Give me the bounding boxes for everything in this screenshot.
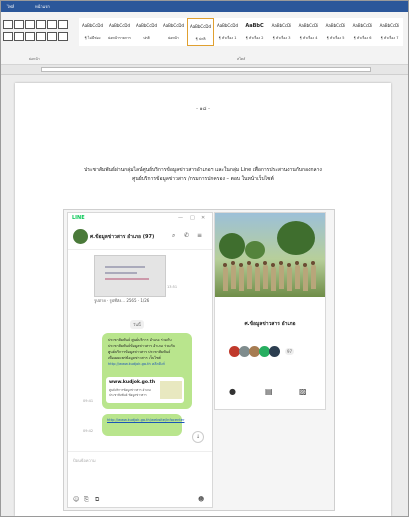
paragraph-group-label: ย่อหน้า <box>29 57 40 61</box>
style-item-selected[interactable]: AaBbCcDd ¶ ปกติ <box>187 18 214 46</box>
style-item[interactable]: AaBbCcDi ¶ หัวเรื่อง 4 <box>295 18 322 46</box>
group-avatar[interactable] <box>73 229 88 244</box>
pilcrow-icon[interactable] <box>58 20 68 29</box>
numbering-icon[interactable] <box>14 20 24 29</box>
tab-file[interactable]: ไฟล์ <box>7 3 14 10</box>
style-item[interactable]: AaBbCcDd ย่อหน้ารายการ <box>106 18 133 46</box>
style-item[interactable]: AaBbCcDd ย่อหน้า <box>160 18 187 46</box>
tab-home[interactable]: หน้าแรก <box>35 3 50 10</box>
embedded-screenshot: LINE — □ ✕ ศ.ข้อมูลข่าวสาร อำเภอ (97) ⌕ … <box>63 209 335 511</box>
style-item[interactable]: AaBbCcDi ¶ หัวเรื่อง 7 <box>376 18 403 46</box>
link-thumbnail <box>160 381 182 399</box>
shading-icon[interactable] <box>58 32 68 41</box>
increase-indent-icon[interactable] <box>36 20 46 29</box>
bullets-icon[interactable] <box>3 20 13 29</box>
sort-icon[interactable] <box>47 20 57 29</box>
group-profile-card: ศ.ข้อมูลข่าวสาร อำเภอ 97 ● ▤ ▨ <box>214 212 326 410</box>
profile-actions: ● ▤ ▨ <box>215 385 325 401</box>
member-count: 97 <box>285 348 295 355</box>
message-time: 09:41 <box>83 399 94 403</box>
emoji-icon[interactable]: ☺ <box>73 496 79 503</box>
smile-icon[interactable]: ☻ <box>198 496 204 503</box>
styles-group-label: สไตล์ <box>237 57 246 61</box>
scroll-down-icon[interactable]: ↓ <box>192 431 204 443</box>
style-item[interactable]: AaBbCcDd ปกติ <box>133 18 160 46</box>
line-logo: LINE <box>72 215 85 221</box>
decrease-indent-icon[interactable] <box>25 20 35 29</box>
attach-icon[interactable]: ⎘ <box>84 496 89 504</box>
line-spacing-icon[interactable] <box>47 32 57 41</box>
search-icon[interactable]: ⌕ <box>172 232 175 240</box>
word-window: ไฟล์ หน้าแรก AaBbCcDd ¶ ไม่มีช่อง AaBbCcD… <box>0 0 409 517</box>
line-chat-window: LINE — □ ✕ ศ.ข้อมูลข่าวสาร อำเภอ (97) ⌕ … <box>67 212 213 508</box>
page-number: - ๑๘ - <box>196 106 210 112</box>
message-input[interactable]: ป้อนข้อความ ☺ ⎘ ⧉ ☻ <box>68 451 212 508</box>
group-cover-photo <box>215 213 325 297</box>
style-item[interactable]: AaBbCcDi ¶ หัวเรื่อง 5 <box>322 18 349 46</box>
style-item[interactable]: AaBbCcDd ¶ ไม่มีช่อง <box>79 18 106 46</box>
maximize-icon[interactable]: □ <box>190 215 195 221</box>
message-bubble[interactable]: ประชาสัมพันธ์ ศูนย์บริการ อำเภอ ร่วมกับ … <box>102 333 192 409</box>
style-item[interactable]: AaBbCcDd ¶ หัวเรื่อง 1 <box>214 18 241 46</box>
ribbon-tab-bar: ไฟล์ หน้าแรก <box>1 1 408 12</box>
chat-icon[interactable]: ● <box>229 387 236 396</box>
align-center-icon[interactable] <box>14 32 24 41</box>
ribbon: AaBbCcDd ¶ ไม่มีช่อง AaBbCcDd ย่อหน้ารายกา… <box>1 12 408 65</box>
chat-header: ศ.ข้อมูลข่าวสาร อำเภอ (97) ⌕ ✆ ≡ <box>68 225 212 250</box>
close-icon[interactable]: ✕ <box>201 215 205 221</box>
avatar <box>269 346 280 357</box>
document-workspace: - ๑๘ - ประชาสัมพันธ์ผ่านกลุ่มไลน์ศูนย์บร… <box>1 75 408 516</box>
document-page[interactable]: - ๑๘ - ประชาสัมพันธ์ผ่านกลุ่มไลน์ศูนย์บร… <box>15 83 391 516</box>
photo-caption: รูปถ่าย · รูปที่ส่ง... 2565 · 1/26 <box>94 298 150 303</box>
caption: ประชาสัมพันธ์ผ่านกลุ่มไลน์ศูนย์บริการข้อ… <box>45 166 361 184</box>
paragraph-tools <box>3 20 77 54</box>
caption-line: ประชาสัมพันธ์ผ่านกลุ่มไลน์ศูนย์บริการข้อ… <box>84 167 322 173</box>
phone-icon[interactable]: ✆ <box>184 232 189 239</box>
input-placeholder: ป้อนข้อความ <box>73 458 96 463</box>
style-item[interactable]: AaBbC ¶ หัวเรื่อง 2 <box>241 18 268 46</box>
align-right-icon[interactable] <box>25 32 35 41</box>
ruler[interactable] <box>1 65 408 75</box>
message-time: 13:51 <box>167 285 178 289</box>
menu-icon[interactable]: ≡ <box>197 232 202 239</box>
profile-name[interactable]: ศ.ข้อมูลข่าวสาร อำเภอ <box>215 320 325 328</box>
style-item[interactable]: AaBbCcDi ¶ หัวเรื่อง 6 <box>349 18 376 46</box>
caption-line: ศูนย์บริการข้อมูลข่าวสาร /กรมการปกครอง –… <box>132 176 274 182</box>
styles-gallery: AaBbCcDd ¶ ไม่มีช่อง AaBbCcDd ย่อหน้ารายกา… <box>79 14 408 56</box>
style-item[interactable]: AaBbCcDi ¶ หัวเรื่อง 3 <box>268 18 295 46</box>
chat-titlebar: LINE — □ ✕ <box>68 213 212 223</box>
align-left-icon[interactable] <box>3 32 13 41</box>
message-time: 09:42 <box>83 429 94 433</box>
screenshot-icon[interactable]: ⧉ <box>95 496 99 504</box>
date-separator: วันนี้ <box>130 320 144 329</box>
notes-icon[interactable]: ▤ <box>265 387 273 396</box>
photo-message[interactable] <box>94 255 166 297</box>
link-preview[interactable]: www.kudjok.go.th ศูนย์บริการข้อมูลข่าวสา… <box>106 377 184 403</box>
group-name[interactable]: ศ.ข้อมูลข่าวสาร อำเภอ (97) <box>90 233 154 241</box>
album-icon[interactable]: ▨ <box>299 387 307 396</box>
justify-icon[interactable] <box>36 32 46 41</box>
minimize-icon[interactable]: — <box>178 215 183 221</box>
link-bubble[interactable]: http://www.kudjok.go.th/website/infocent… <box>102 414 184 436</box>
